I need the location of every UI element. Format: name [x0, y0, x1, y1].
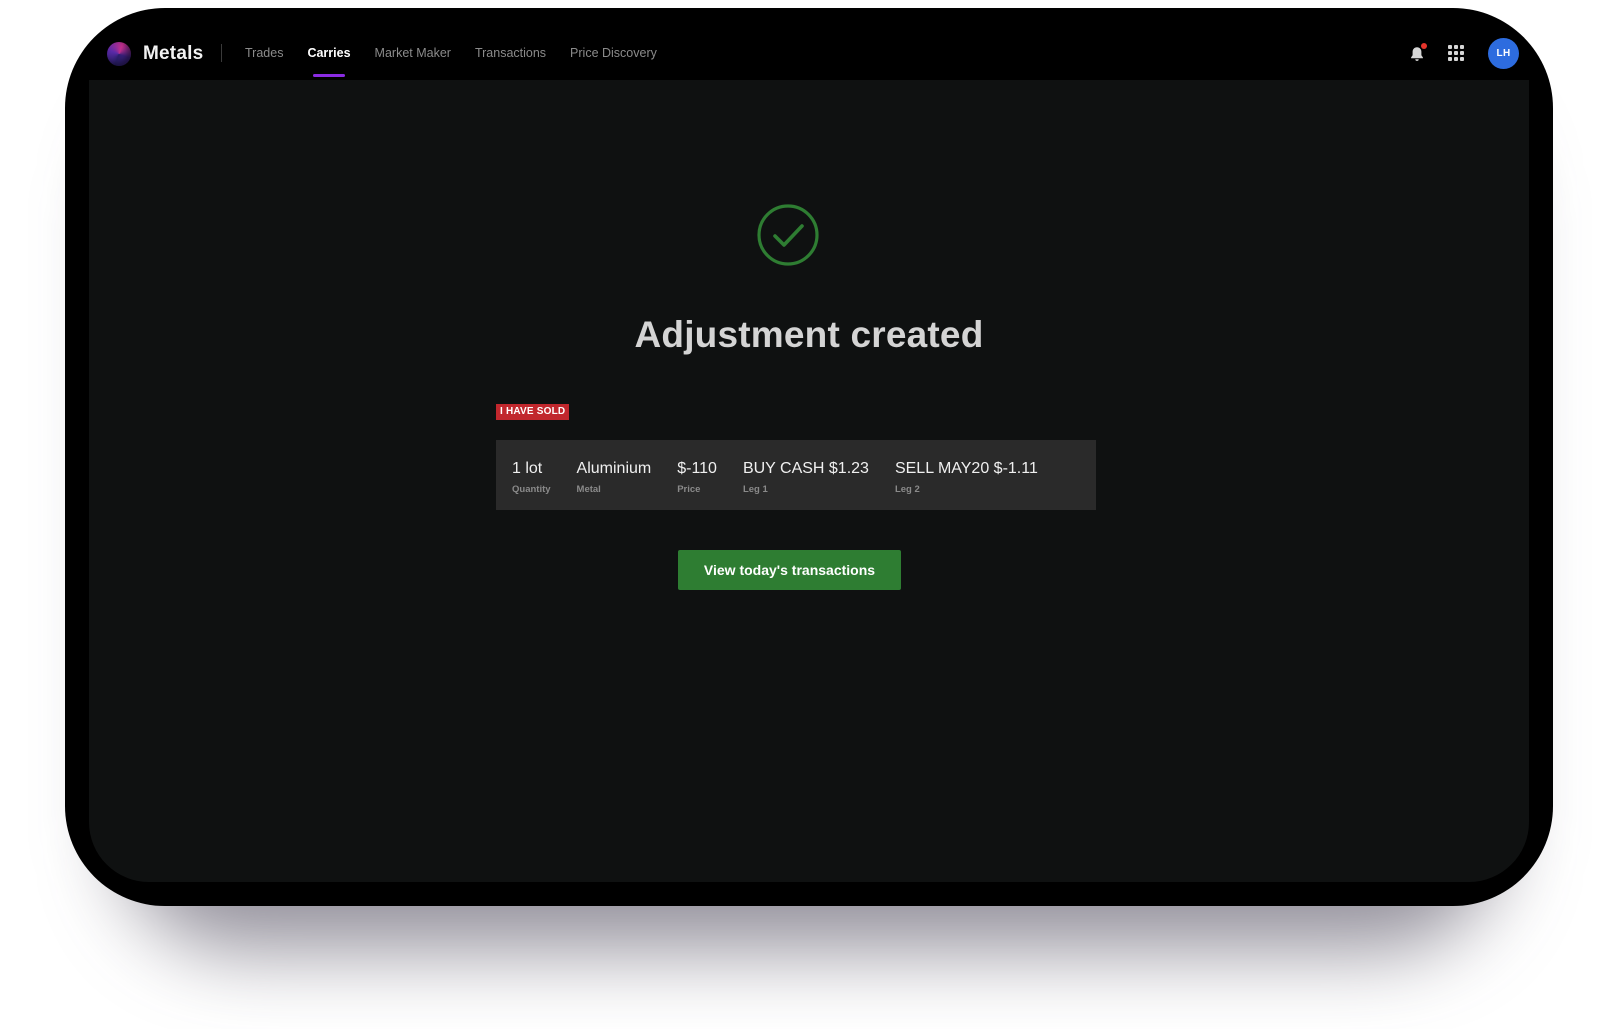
leg-1-value: BUY CASH $1.23	[742, 460, 869, 477]
notification-dot	[1421, 42, 1427, 49]
tab-trades[interactable]: Trades	[245, 46, 283, 60]
active-tab-indicator	[313, 74, 345, 77]
quantity-value: 1 lot	[512, 460, 543, 477]
tab-label: Price Discovery	[570, 46, 657, 60]
view-transactions-button[interactable]: View today's transactions	[678, 550, 901, 590]
metal-value: Aluminium	[576, 460, 652, 477]
summary-quantity: 1 lot Quantity	[512, 460, 551, 495]
status-badge: I HAVE SOLD	[496, 404, 570, 420]
user-avatar[interactable]: LH	[1488, 38, 1519, 69]
tab-label: Market Maker	[374, 46, 451, 60]
trade-summary: 1 lot Quantity Aluminium Metal $-110 Pri…	[496, 440, 1096, 510]
tab-label: Transactions	[474, 46, 547, 60]
tab-label: Carries	[307, 46, 351, 60]
price-value: $-110	[677, 460, 717, 477]
app-name: Metals	[143, 43, 204, 64]
summary-price: $-110 Price	[677, 460, 717, 495]
metals-logo-icon	[107, 42, 131, 66]
nav-divider	[221, 44, 222, 62]
price-label: Price	[677, 484, 701, 495]
tab-price-discovery[interactable]: Price Discovery	[570, 46, 657, 60]
summary-leg-2: SELL MAY20 $-1.11 Leg 2	[895, 460, 1038, 495]
tab-transactions[interactable]: Transactions	[475, 46, 546, 60]
metal-label: Metal	[576, 484, 601, 495]
tab-carries[interactable]: Carries	[307, 46, 351, 77]
nav-tabs: Trades Carries Market Maker Transactions…	[245, 46, 681, 77]
summary-leg-1: BUY CASH $1.23 Leg 1	[743, 460, 869, 495]
apps-grid-icon[interactable]	[1448, 44, 1466, 63]
stage: Metals Trades Carries Market Maker Trans…	[0, 0, 1618, 1029]
summary-metal: Aluminium Metal	[577, 460, 652, 495]
top-navigation: Metals Trades Carries Market Maker Trans…	[65, 8, 1553, 80]
leg-2-label: Leg 2	[894, 484, 920, 495]
bell-icon[interactable]	[1408, 42, 1427, 63]
tab-market-maker[interactable]: Market Maker	[375, 46, 451, 60]
device-frame: Metals Trades Carries Market Maker Trans…	[65, 8, 1553, 906]
quantity-label: Quantity	[512, 484, 551, 495]
check-circle-icon	[757, 204, 819, 266]
tab-label: Trades	[245, 46, 284, 60]
page-title: Adjustment created	[634, 314, 984, 355]
leg-1-label: Leg 1	[742, 484, 768, 495]
brand[interactable]: Metals	[107, 42, 203, 66]
main-content: Adjustment created I HAVE SOLD 1 lot Qua…	[89, 80, 1529, 882]
nav-actions: LH	[1408, 38, 1519, 69]
leg-2-value: SELL MAY20 $-1.11	[894, 460, 1038, 477]
